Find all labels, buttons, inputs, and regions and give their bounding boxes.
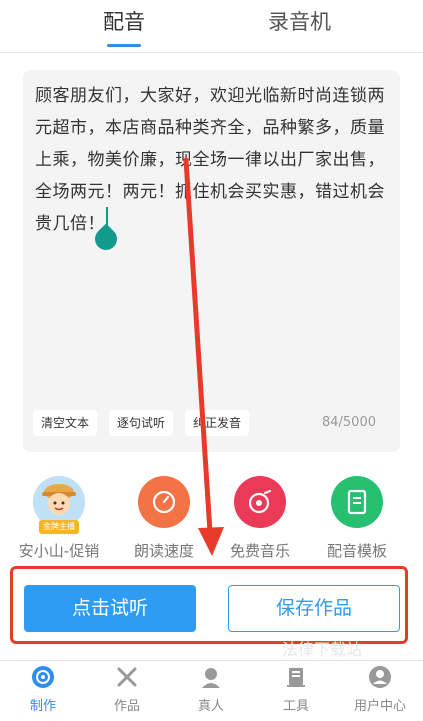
script-text[interactable]: 顾客朋友们，大家好，欢迎光临新时尚连锁两元超市，本店商品种类齐全，品种繁多，质量…	[35, 80, 391, 240]
gold-anchor-badge: 金牌主播	[39, 520, 79, 534]
voice-anchor-button[interactable]: 金牌主播 安小山-促销	[14, 476, 104, 561]
voice-anchor-label: 安小山-促销	[18, 542, 100, 560]
nav-tools[interactable]: 工具	[261, 665, 331, 714]
text-editor[interactable]: 顾客朋友们，大家好，欢迎光临新时尚连锁两元超市，本店商品种类齐全，品种繁多，质量…	[23, 70, 400, 452]
correct-pronunciation-button[interactable]: 纠正发音	[185, 410, 250, 436]
dubbing-template-label: 配音模板	[326, 542, 387, 560]
highlight-box	[10, 566, 408, 644]
person-icon	[199, 665, 223, 689]
free-music-label: 免费音乐	[229, 542, 290, 560]
nav-real-person-label: 真人	[197, 699, 224, 714]
nav-user-center[interactable]: 用户中心	[345, 665, 415, 714]
nav-works[interactable]: 作品	[92, 665, 162, 714]
avatar-icon: 金牌主播	[33, 476, 85, 534]
document-icon	[331, 476, 383, 528]
works-icon	[115, 665, 139, 689]
reading-speed-button[interactable]: 朗读速度	[119, 476, 209, 561]
make-icon	[31, 665, 55, 689]
watermark-text: 法律下载站	[282, 640, 363, 659]
reading-speed-label: 朗读速度	[133, 542, 194, 560]
speedometer-icon	[138, 476, 190, 528]
music-disc-icon	[234, 476, 286, 528]
nav-make[interactable]: 制作	[8, 665, 78, 714]
character-counter: 84/5000	[321, 415, 376, 430]
nav-real-person[interactable]: 真人	[176, 665, 246, 714]
clear-text-button[interactable]: 清空文本	[33, 410, 98, 436]
user-center-icon	[368, 665, 392, 689]
nav-tools-label: 工具	[282, 699, 309, 714]
tools-icon	[284, 665, 308, 689]
bottom-nav: 制作 作品 真人 工具 用户中心	[0, 660, 423, 721]
nav-make-label: 制作	[29, 699, 56, 714]
nav-works-label: 作品	[113, 699, 140, 714]
active-tab-indicator	[107, 44, 141, 47]
free-music-button[interactable]: 免费音乐	[215, 476, 305, 561]
tab-recorder[interactable]: 录音机	[268, 6, 331, 36]
nav-user-center-label: 用户中心	[353, 699, 406, 714]
sentence-preview-button[interactable]: 逐句试听	[109, 410, 174, 436]
dubbing-template-button[interactable]: 配音模板	[312, 476, 402, 561]
tab-dubbing[interactable]: 配音	[103, 6, 145, 36]
top-tabs: 配音 录音机	[0, 0, 423, 53]
